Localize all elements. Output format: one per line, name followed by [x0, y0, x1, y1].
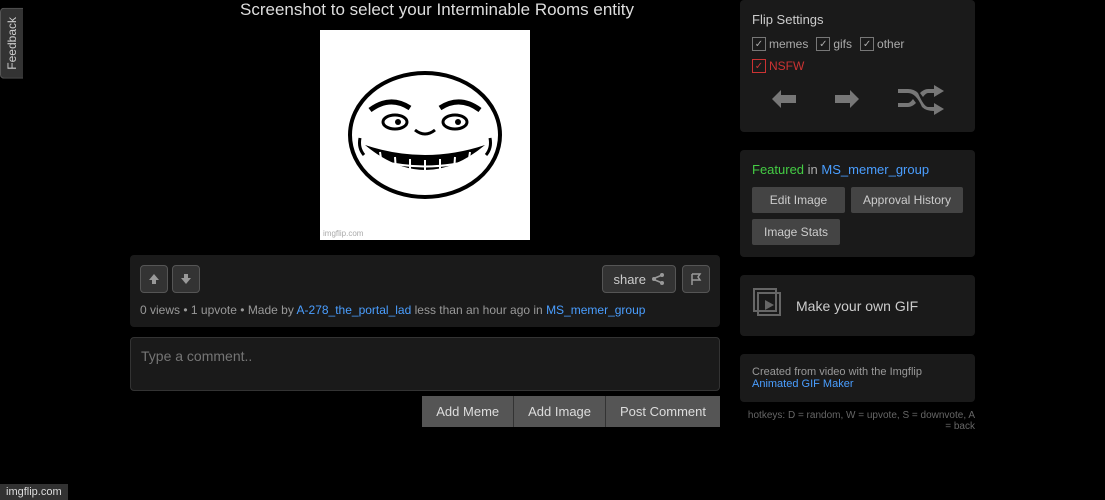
- upvote-button[interactable]: [140, 265, 168, 293]
- comment-input[interactable]: [130, 337, 720, 391]
- flag-button[interactable]: [682, 265, 710, 293]
- make-gif-text: Make your own GIF: [796, 298, 918, 314]
- edit-image-button[interactable]: Edit Image: [752, 187, 845, 213]
- other-label: other: [877, 37, 904, 51]
- checkbox-memes[interactable]: ✓memes: [752, 37, 808, 51]
- footer-watermark: imgflip.com: [0, 484, 68, 500]
- arrow-down-icon: [179, 272, 193, 286]
- flag-icon: [689, 272, 703, 286]
- feedback-tab[interactable]: Feedback: [0, 8, 23, 79]
- featured-panel: Featured in MS_memer_group Edit Image Ap…: [740, 150, 975, 257]
- flip-settings-title: Flip Settings: [752, 12, 963, 27]
- memes-label: memes: [769, 37, 808, 51]
- image-stats-button[interactable]: Image Stats: [752, 219, 840, 245]
- arrow-right-icon: [832, 87, 862, 111]
- gif-maker-link[interactable]: Animated GIF Maker: [752, 378, 853, 390]
- checkbox-gifs[interactable]: ✓gifs: [816, 37, 852, 51]
- add-image-button[interactable]: Add Image: [514, 396, 606, 427]
- made-by-label: Made by: [248, 303, 294, 317]
- make-gif-panel[interactable]: Make your own GIF: [740, 275, 975, 336]
- gifs-label: gifs: [833, 37, 852, 51]
- checkbox-other[interactable]: ✓other: [860, 37, 904, 51]
- next-button[interactable]: [832, 87, 862, 118]
- share-label: share: [613, 272, 646, 287]
- add-meme-button[interactable]: Add Meme: [422, 396, 514, 427]
- created-from-panel: Created from video with the Imgflip Anim…: [740, 354, 975, 402]
- gif-stack-icon: [752, 287, 784, 324]
- time-ago: less than an hour ago in: [415, 303, 543, 317]
- arrow-left-icon: [769, 87, 799, 111]
- featured-in: in: [808, 162, 818, 177]
- prev-button[interactable]: [769, 87, 799, 118]
- trollface-icon: [340, 60, 510, 210]
- meme-image[interactable]: imgflip.com: [320, 30, 530, 240]
- views-count: 0 views: [140, 303, 180, 317]
- post-comment-button[interactable]: Post Comment: [606, 396, 720, 427]
- nsfw-label: NSFW: [769, 59, 804, 73]
- approval-history-button[interactable]: Approval History: [851, 187, 963, 213]
- author-link[interactable]: A-278_the_portal_lad: [297, 303, 412, 317]
- hotkeys-hint: hotkeys: D = random, W = upvote, S = dow…: [740, 410, 975, 432]
- share-icon: [651, 272, 665, 286]
- featured-label: Featured: [752, 162, 804, 177]
- share-button[interactable]: share: [602, 265, 676, 293]
- image-watermark: imgflip.com: [323, 229, 363, 238]
- created-text: Created from video with the Imgflip: [752, 366, 922, 378]
- post-title: Screenshot to select your Interminable R…: [240, 0, 720, 20]
- vote-share-bar: share 0 views • 1 upvote • Made by A-278…: [130, 255, 720, 327]
- upvote-count: 1 upvote: [191, 303, 237, 317]
- arrow-up-icon: [147, 272, 161, 286]
- shuffle-icon: [896, 85, 946, 115]
- checkbox-nsfw[interactable]: ✓NSFW: [752, 59, 804, 73]
- featured-stream-link[interactable]: MS_memer_group: [821, 162, 929, 177]
- post-meta: 0 views • 1 upvote • Made by A-278_the_p…: [140, 303, 710, 317]
- flip-settings-panel: Flip Settings ✓memes ✓gifs ✓other ✓NSFW: [740, 0, 975, 132]
- stream-link[interactable]: MS_memer_group: [546, 303, 645, 317]
- shuffle-button[interactable]: [896, 85, 946, 120]
- downvote-button[interactable]: [172, 265, 200, 293]
